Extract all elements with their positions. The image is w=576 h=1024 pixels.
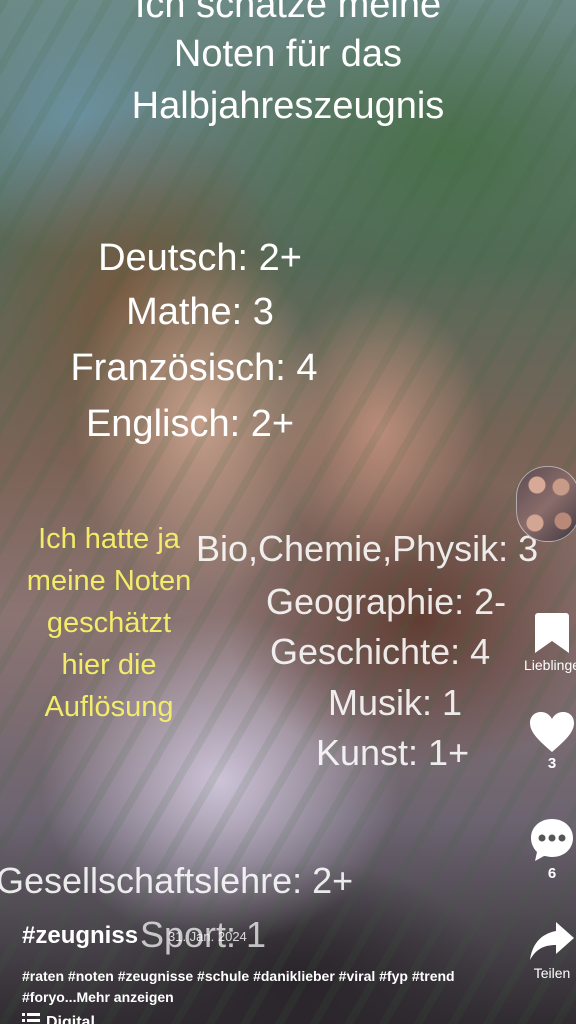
comment-button[interactable]: 6 bbox=[520, 816, 576, 884]
yellow-note-line: Auflösung bbox=[44, 691, 174, 723]
yellow-note-line: Ich hatte ja bbox=[38, 523, 180, 555]
more-link[interactable]: Mehr anzeigen bbox=[76, 989, 173, 1005]
favorite-label: Lieblinge bbox=[523, 657, 576, 673]
grade-musik: Musik: 1 bbox=[328, 682, 463, 723]
grade-bio-chemie-physik: Bio,Chemie,Physik: 3 bbox=[196, 528, 539, 569]
heart-icon bbox=[520, 710, 576, 754]
grade-kunst: Kunst: 1+ bbox=[316, 732, 470, 773]
video-player[interactable]: Ich schätze meine Noten für das Halbjahr… bbox=[0, 0, 576, 1024]
bottom-bar[interactable]: Digital bbox=[22, 1012, 95, 1024]
favorite-button[interactable]: Lieblinge bbox=[520, 610, 576, 674]
share-icon bbox=[520, 918, 576, 964]
grade-geographie: Geographie: 2- bbox=[266, 581, 507, 622]
yellow-note-line: meine Noten bbox=[26, 565, 192, 597]
yellow-note-line: geschätzt bbox=[46, 607, 172, 639]
grade-englisch: Englisch: 2+ bbox=[85, 403, 295, 445]
caption-username[interactable]: #zeugniss bbox=[22, 920, 138, 952]
bottom-bar-label: Digital bbox=[46, 1014, 95, 1024]
grade-geschichte: Geschichte: 4 bbox=[270, 631, 491, 672]
like-count: 3 bbox=[547, 755, 557, 772]
caption-date: 31. Jan. 2024 bbox=[168, 929, 247, 944]
video-title-line-3: Halbjahreszeugnis bbox=[131, 85, 445, 127]
creator-avatar[interactable] bbox=[516, 466, 576, 542]
comment-count: 6 bbox=[547, 865, 557, 882]
yellow-note-line: hier die bbox=[61, 649, 157, 681]
grade-franzoesisch: Französisch: 4 bbox=[70, 347, 318, 389]
share-label: Teilen bbox=[533, 965, 571, 981]
bookmark-icon bbox=[520, 610, 576, 656]
grade-gesellschaftslehre: Gesellschaftslehre: 2+ bbox=[0, 860, 354, 901]
caption-hashtags: #raten #noten #zeugnisse #schule #danikl… bbox=[22, 966, 482, 1008]
video-title-line-1: Ich schätze meine bbox=[134, 0, 442, 26]
yellow-note: Ich hatte ja meine Noten geschätzt hier … bbox=[4, 518, 214, 728]
comment-icon bbox=[520, 816, 576, 864]
share-button[interactable]: Teilen bbox=[520, 918, 576, 982]
like-button[interactable]: 3 bbox=[520, 710, 576, 774]
list-icon bbox=[22, 1012, 40, 1024]
video-title-line-2: Noten für das bbox=[173, 33, 403, 75]
grade-deutsch: Deutsch: 2+ bbox=[98, 237, 302, 279]
grade-mathe: Mathe: 3 bbox=[126, 291, 274, 333]
